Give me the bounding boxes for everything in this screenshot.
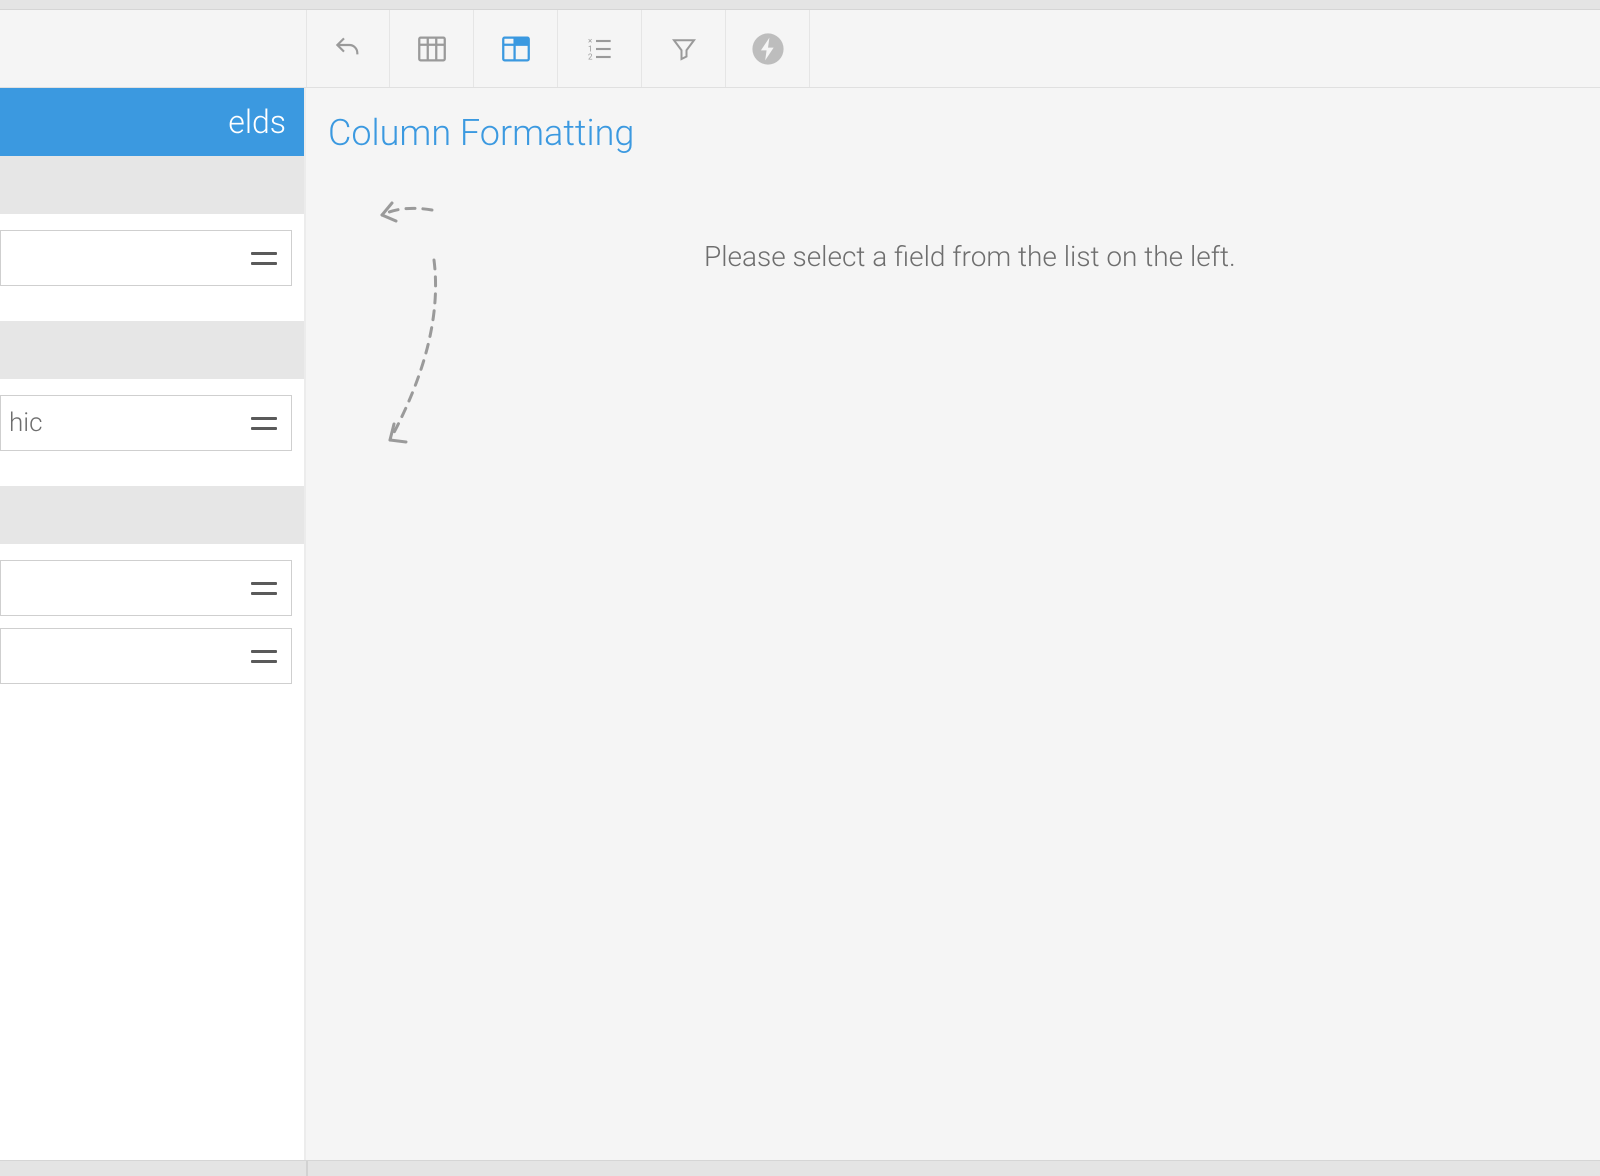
field-item[interactable]: hic (0, 395, 292, 451)
empty-state-message: Please select a field from the list on t… (704, 240, 1236, 273)
field-item[interactable] (0, 230, 292, 286)
field-item[interactable] (0, 560, 292, 616)
drag-handle-icon[interactable] (251, 252, 277, 265)
window-bottom-edge (0, 1160, 1600, 1176)
svg-text:2: 2 (588, 52, 593, 61)
sidebar-group-header-1 (0, 321, 304, 379)
drag-handle-icon[interactable] (251, 417, 277, 430)
table-icon (415, 32, 449, 66)
toolbar: × 1 2 (0, 10, 1600, 88)
filter-icon (669, 34, 699, 64)
undo-button[interactable] (306, 10, 390, 87)
field-item[interactable] (0, 628, 292, 684)
fields-sidebar: elds hic (0, 88, 306, 1160)
sidebar-group-header-2 (0, 486, 304, 544)
panel-title: Column Formatting (328, 112, 1578, 154)
main-panel: Column Formatting Please select a field … (306, 88, 1600, 1160)
bolt-icon (751, 32, 785, 66)
undo-icon (332, 33, 364, 65)
drag-handle-icon[interactable] (251, 582, 277, 595)
sidebar-title: elds (0, 88, 304, 156)
list-sort-button[interactable]: × 1 2 (558, 10, 642, 87)
column-formatting-icon (499, 32, 533, 66)
column-formatting-button[interactable] (474, 10, 558, 87)
field-item-label: hic (9, 408, 43, 438)
sidebar-group-header-0 (0, 156, 304, 214)
sidebar-title-text: elds (228, 103, 286, 141)
bolt-button[interactable] (726, 10, 810, 87)
drag-handle-icon[interactable] (251, 650, 277, 663)
filter-button[interactable] (642, 10, 726, 87)
list-sort-icon: × 1 2 (584, 33, 616, 65)
hint-arrow-icon (362, 190, 462, 470)
table-layout-button[interactable] (390, 10, 474, 87)
window-top-edge (0, 0, 1600, 10)
